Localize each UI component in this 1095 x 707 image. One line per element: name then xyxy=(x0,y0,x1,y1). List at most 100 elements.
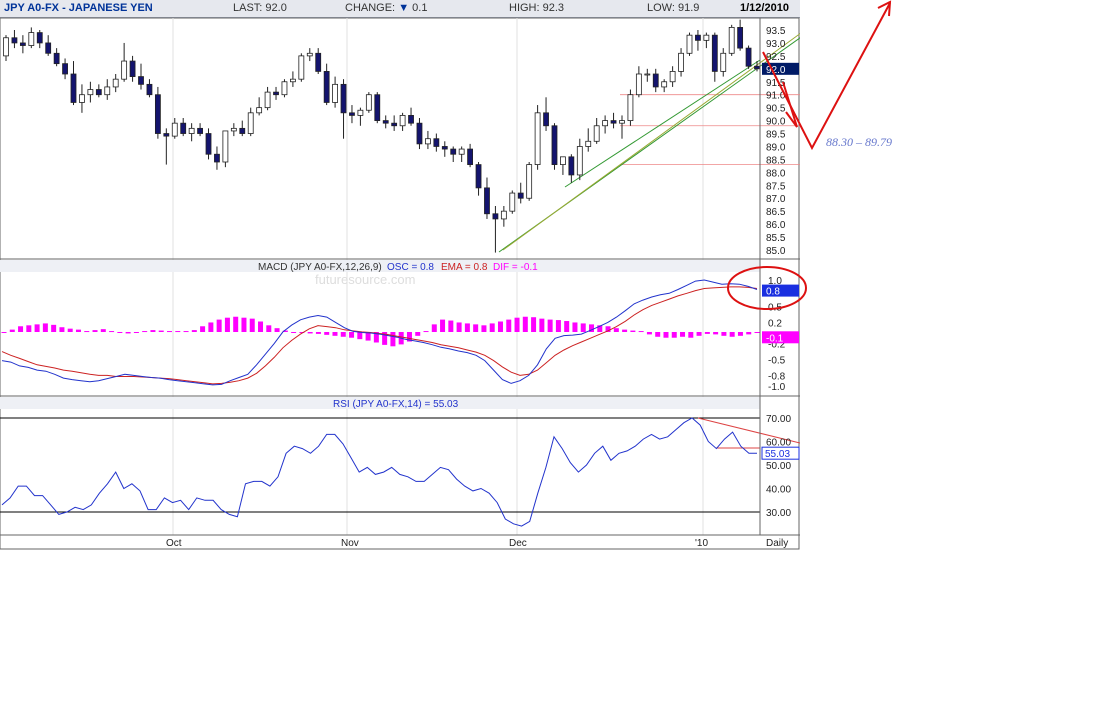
candle-up xyxy=(28,32,35,46)
price-tick-label: 86.0 xyxy=(766,220,786,231)
candle-up xyxy=(306,52,313,57)
candle-down xyxy=(711,34,718,72)
candle-up xyxy=(87,89,94,96)
price-tick-label: 88.0 xyxy=(766,168,786,179)
macd-hist-bar xyxy=(84,331,90,333)
macd-hist-bar xyxy=(481,325,487,332)
macd-hist-bar xyxy=(680,332,686,337)
candle-up xyxy=(79,94,85,103)
macd-hist-bar xyxy=(754,332,760,333)
candle-up xyxy=(720,52,727,72)
candle-up xyxy=(619,120,625,124)
candle-up xyxy=(121,60,128,80)
candle-down xyxy=(62,63,68,75)
price-tick-label: 85.5 xyxy=(766,233,786,244)
candle-up xyxy=(585,140,592,147)
candle-down xyxy=(737,27,744,49)
candle-down xyxy=(695,34,701,41)
watermark: futuresource.com xyxy=(315,272,415,287)
macd-tick-label: 0.2 xyxy=(768,318,782,329)
macd-hist-bar xyxy=(42,323,48,332)
macd-hist-bar xyxy=(175,331,181,333)
macd-hist-bar xyxy=(688,332,694,338)
price-tick-label: 90.0 xyxy=(766,117,786,128)
candle-down xyxy=(349,112,355,116)
x-axis-label: Dec xyxy=(509,538,527,549)
macd-hist-bar xyxy=(142,331,148,333)
candle-down xyxy=(745,47,752,67)
macd-tick-label: -1.0 xyxy=(768,382,786,393)
macd-hist-bar xyxy=(531,317,537,332)
macd-hist-bar xyxy=(713,332,719,335)
last-price-badge-text: 92.0 xyxy=(766,65,786,76)
macd-hist-bar xyxy=(26,325,32,332)
candle-down xyxy=(19,42,26,46)
rsi-tick-label: 70.00 xyxy=(766,414,791,425)
candle-up xyxy=(627,94,634,121)
candle-down xyxy=(450,148,457,155)
candle-down xyxy=(214,153,220,163)
candle-up xyxy=(281,81,288,96)
candle-up xyxy=(703,34,710,41)
candle-up xyxy=(644,73,651,76)
candle-up xyxy=(526,164,533,199)
macd-hist-bar xyxy=(324,332,330,335)
macd-hist-bar xyxy=(539,318,545,332)
candle-down xyxy=(70,73,77,103)
macd-tick-label: -0.5 xyxy=(768,356,786,367)
candle-up xyxy=(3,37,9,57)
macd-hist-bar xyxy=(1,332,7,333)
macd-hist-bar xyxy=(117,332,123,333)
macd-hist-bar xyxy=(75,329,81,332)
macd-hist-bar xyxy=(125,332,131,334)
macd-hist-bar xyxy=(630,330,636,332)
macd-hist-bar xyxy=(671,332,677,338)
macd-hist-bar xyxy=(109,331,115,333)
macd-hist-bar xyxy=(547,319,553,332)
macd-hist-bar xyxy=(340,332,346,337)
candle-up xyxy=(365,94,372,111)
candle-down xyxy=(180,122,187,134)
macd-hist-bar xyxy=(34,324,40,332)
candle-up xyxy=(188,127,195,134)
candle-down xyxy=(416,122,423,145)
candle-up xyxy=(593,125,600,142)
macd-hist-bar xyxy=(415,332,421,336)
x-axis-label: '10 xyxy=(695,538,708,549)
candle-down xyxy=(95,89,102,96)
candle-up xyxy=(425,138,431,145)
candle-down xyxy=(45,42,52,54)
candle-down xyxy=(754,65,760,70)
macd-hist-bar xyxy=(133,332,139,333)
macd-hist-bar xyxy=(663,332,669,338)
candle-down xyxy=(492,213,499,220)
candle-down xyxy=(374,94,381,121)
candle-down xyxy=(610,120,617,124)
macd-hist-bar xyxy=(646,332,652,335)
candle-down xyxy=(475,164,482,189)
macd-hist-bar xyxy=(390,332,396,347)
macd-hist-bar xyxy=(440,319,446,332)
macd-hist-bar xyxy=(233,316,239,332)
macd-dif-legend: DIF = -0.1 xyxy=(493,262,538,273)
macd-hist-bar xyxy=(456,322,462,332)
macd-hist-bar xyxy=(704,332,710,334)
candle-up xyxy=(686,34,693,54)
macd-hist-bar xyxy=(158,330,164,332)
candle-up xyxy=(728,27,735,54)
macd-hist-bar xyxy=(258,321,264,332)
macd-hist-bar xyxy=(423,331,429,333)
candle-down xyxy=(551,125,558,165)
macd-hist-bar xyxy=(506,319,512,332)
candle-up xyxy=(264,91,271,109)
candle-down xyxy=(205,133,212,155)
macd-hist-bar xyxy=(274,328,280,332)
macd-hist-bar xyxy=(59,327,65,332)
candle-up xyxy=(247,112,254,134)
macd-ema-legend: EMA = 0.8 xyxy=(441,262,488,273)
candle-down xyxy=(340,83,347,114)
macd-hist-bar xyxy=(622,329,628,332)
macd-dif-badge-text: -0.1 xyxy=(766,333,784,344)
macd-hist-bar xyxy=(464,323,470,332)
candle-up xyxy=(602,120,609,127)
